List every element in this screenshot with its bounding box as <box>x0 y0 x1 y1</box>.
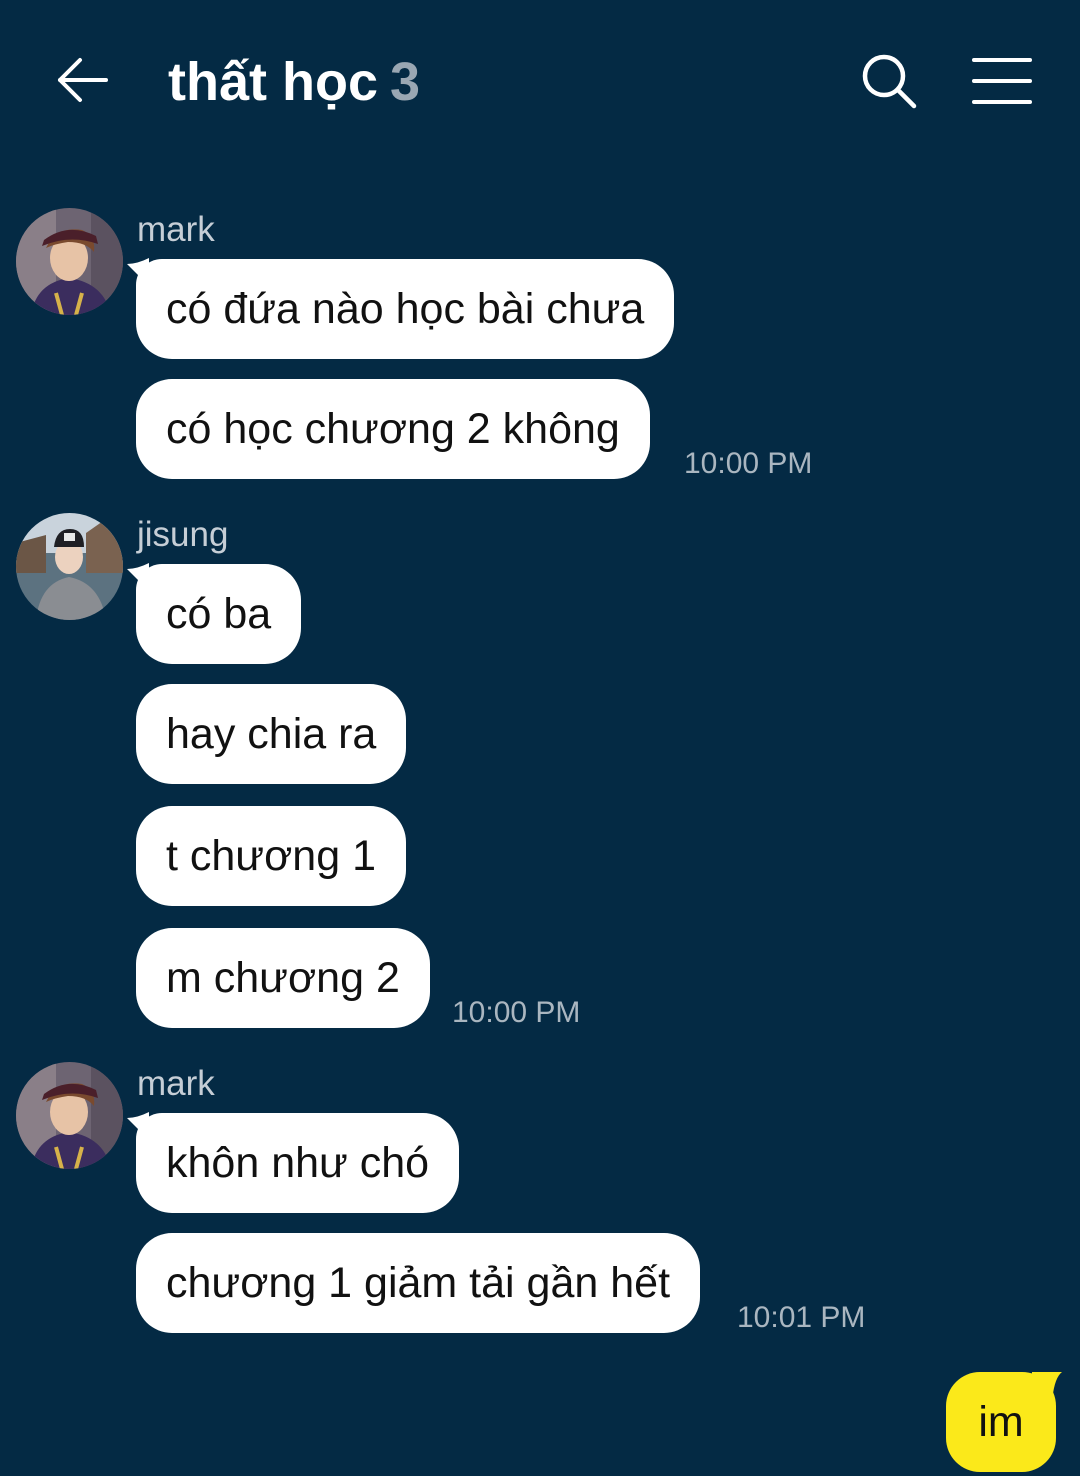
message-timestamp: 10:00 PM <box>684 447 813 480</box>
message-bubble[interactable]: có đứa nào học bài chưa <box>136 259 675 359</box>
avatar-photo-icon <box>16 208 123 315</box>
message-bubble[interactable]: hay chia ra <box>136 684 407 784</box>
avatar-mark[interactable] <box>16 208 123 315</box>
back-button[interactable] <box>52 50 112 110</box>
chat-title: thất học 3 <box>168 50 420 114</box>
message-bubble[interactable]: m chương 2 <box>136 928 430 1028</box>
menu-button[interactable] <box>970 52 1034 108</box>
arrow-left-icon <box>58 58 108 102</box>
sender-name: mark <box>137 210 215 249</box>
member-count: 3 <box>390 52 421 112</box>
avatar-photo-icon <box>16 513 123 620</box>
sender-name: jisung <box>137 515 229 554</box>
message-bubble[interactable]: chương 1 giảm tải gần hết <box>136 1233 701 1333</box>
message-bubble[interactable]: t chương 1 <box>136 806 406 906</box>
message-timestamp: 10:00 PM <box>452 996 581 1029</box>
menu-icon <box>972 58 1032 104</box>
chat-header: thất học 3 <box>0 0 1080 165</box>
search-button[interactable] <box>858 50 920 112</box>
message-bubble[interactable]: khôn như chó <box>136 1113 460 1213</box>
chat-title-text: thất học <box>168 52 378 112</box>
sender-name: mark <box>137 1064 215 1103</box>
avatar-jisung[interactable] <box>16 513 123 620</box>
avatar-photo-icon <box>16 1062 123 1169</box>
message-bubble[interactable]: có ba <box>136 564 302 664</box>
message-timestamp: 10:01 PM <box>737 1301 866 1334</box>
search-icon <box>862 54 917 109</box>
message-bubble[interactable]: có học chương 2 không <box>136 379 650 479</box>
avatar-mark[interactable] <box>16 1062 123 1169</box>
my-message-bubble[interactable]: im <box>946 1372 1056 1472</box>
